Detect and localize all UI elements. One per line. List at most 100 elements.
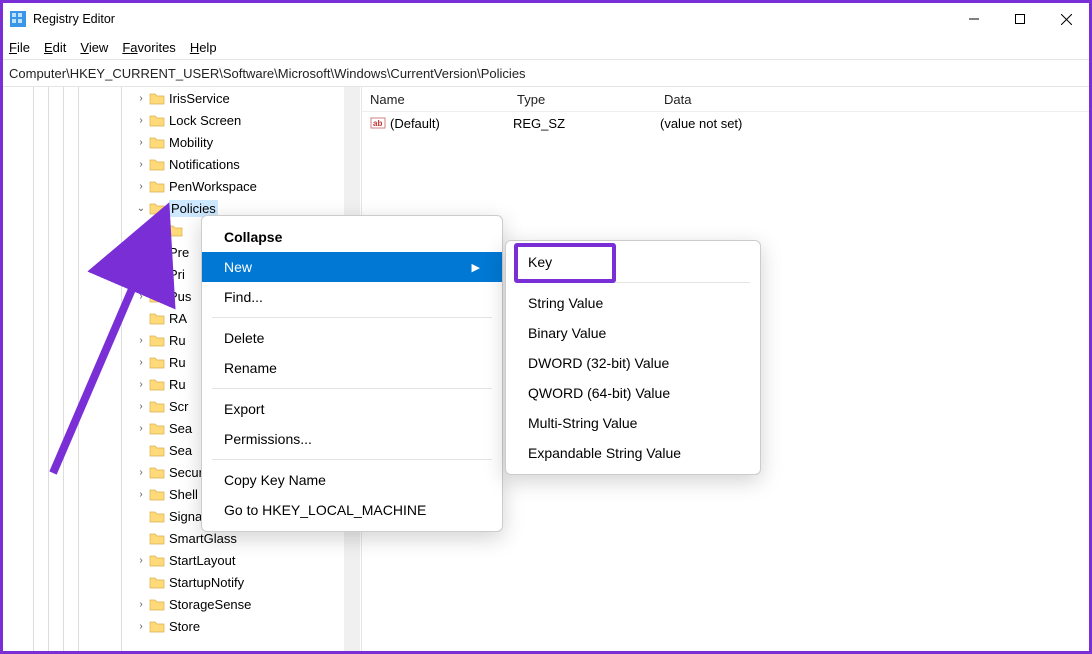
tree-item-label: RA (169, 311, 187, 326)
menu-item[interactable]: Rename (202, 353, 502, 383)
tree-item[interactable]: ›Mobility (3, 131, 343, 153)
col-data[interactable]: Data (664, 92, 1089, 107)
address-bar[interactable]: Computer\HKEY_CURRENT_USER\Software\Micr… (3, 59, 1089, 87)
expand-icon[interactable]: › (133, 93, 149, 104)
expand-icon[interactable]: › (133, 269, 149, 280)
menu-item-label: New (224, 259, 252, 275)
close-button[interactable] (1043, 3, 1089, 35)
expand-icon[interactable]: › (133, 467, 149, 478)
tree-item-label: Pus (169, 289, 191, 304)
tree-item-label: Store (169, 619, 200, 634)
expand-icon[interactable]: › (133, 159, 149, 170)
tree-item[interactable]: › Lock Screen (3, 109, 343, 131)
menu-help[interactable]: Help (190, 40, 217, 55)
folder-icon (149, 597, 165, 611)
expand-icon[interactable]: › (133, 335, 149, 346)
menu-item[interactable]: Go to HKEY_LOCAL_MACHINE (202, 495, 502, 525)
submenu-item-label: DWORD (32-bit) Value (528, 355, 669, 371)
context-submenu-new[interactable]: Key String Value Binary Value DWORD (32-bit… (505, 240, 761, 475)
submenu-item-label: QWORD (64-bit) Value (528, 385, 670, 401)
window-controls (951, 3, 1089, 35)
expand-icon[interactable]: › (133, 181, 149, 192)
tree-item[interactable]: ›PenWorkspace (3, 175, 343, 197)
expand-icon[interactable]: › (133, 621, 149, 632)
tree-item-label: Policies (169, 200, 218, 217)
expand-icon[interactable]: › (133, 379, 149, 390)
menu-view[interactable]: View (80, 40, 108, 55)
expand-icon[interactable]: › (133, 291, 149, 302)
menu-file[interactable]: File (9, 40, 30, 55)
col-name[interactable]: Name (362, 92, 517, 107)
expand-icon[interactable]: › (133, 489, 149, 500)
submenu-item[interactable]: DWORD (32-bit) Value (506, 348, 760, 378)
menu-edit[interactable]: Edit (44, 40, 66, 55)
expand-icon[interactable]: › (133, 423, 149, 434)
col-type[interactable]: Type (517, 92, 664, 107)
folder-icon (149, 333, 165, 347)
submenu-item[interactable]: Binary Value (506, 318, 760, 348)
tree-item-label: StorageSense (169, 597, 251, 612)
expand-icon[interactable]: › (133, 357, 149, 368)
submenu-item[interactable]: Expandable String Value (506, 438, 760, 468)
submenu-item-label: Key (528, 254, 552, 270)
expand-icon[interactable]: › (133, 555, 149, 566)
folder-icon (149, 487, 165, 501)
tree-item-label: Ru (169, 333, 186, 348)
menu-favorites[interactable]: Favorites (122, 40, 175, 55)
tree-item-label: Lock Screen (169, 113, 241, 128)
value-type: REG_SZ (513, 116, 660, 131)
tree-item[interactable]: StartupNotify (3, 571, 343, 593)
expand-icon[interactable]: › (133, 137, 149, 148)
tree-item-label: StartLayout (169, 553, 236, 568)
expand-icon[interactable]: › (133, 599, 149, 610)
maximize-button[interactable] (997, 3, 1043, 35)
tree-item[interactable]: › IrisService (3, 87, 343, 109)
window-title: Registry Editor (33, 12, 115, 26)
context-menu[interactable]: Collapse New▶Find... Delete Rename Export Per… (201, 215, 503, 532)
folder-icon (149, 399, 165, 413)
address-text: Computer\HKEY_CURRENT_USER\Software\Micr… (9, 66, 526, 81)
columns-header[interactable]: Name Type Data (362, 87, 1089, 112)
folder-icon (149, 575, 165, 589)
tree-item-label: Notifications (169, 157, 240, 172)
submenu-item[interactable]: Key (506, 247, 760, 277)
value-row[interactable]: ab (Default) REG_SZ (value not set) (362, 112, 1089, 134)
expand-icon[interactable]: › (133, 247, 149, 258)
folder-icon (149, 267, 165, 281)
menu-item-label: Permissions... (224, 431, 312, 447)
menubar: File Edit View Favorites Help (3, 35, 1089, 59)
menu-item[interactable]: Export (202, 394, 502, 424)
menu-item[interactable]: Delete (202, 323, 502, 353)
minimize-button[interactable] (951, 3, 997, 35)
tree-item-label: IrisService (169, 91, 230, 106)
folder-icon (149, 531, 165, 545)
folder-icon (149, 377, 165, 391)
expand-icon[interactable]: ⌄ (133, 203, 149, 214)
tree-item[interactable]: › Store (3, 615, 343, 637)
menu-item-label: Collapse (224, 229, 282, 245)
tree-item-label: StartupNotify (169, 575, 244, 590)
submenu-item[interactable]: Multi-String Value (506, 408, 760, 438)
string-value-icon: ab (370, 115, 386, 131)
menu-item-label: Go to HKEY_LOCAL_MACHINE (224, 502, 426, 518)
menu-item[interactable]: Copy Key Name (202, 465, 502, 495)
folder-icon (167, 223, 183, 237)
menu-item-label: Rename (224, 360, 277, 376)
tree-item-label: Sea (169, 421, 192, 436)
tree-item[interactable]: › Notifications (3, 153, 343, 175)
tree-item[interactable]: › StorageSense (3, 593, 343, 615)
expand-icon[interactable]: › (133, 401, 149, 412)
menu-item[interactable]: Find... (202, 282, 502, 312)
submenu-item[interactable]: QWORD (64-bit) Value (506, 378, 760, 408)
submenu-item[interactable]: String Value (506, 288, 760, 318)
submenu-item-label: String Value (528, 295, 603, 311)
app-icon (9, 10, 27, 28)
expand-icon[interactable]: › (133, 115, 149, 126)
menu-item[interactable]: Permissions... (202, 424, 502, 454)
menu-item[interactable]: New▶ (202, 252, 502, 282)
submenu-item-label: Expandable String Value (528, 445, 681, 461)
menu-item[interactable]: Collapse (202, 222, 502, 252)
value-data: (value not set) (660, 116, 1089, 131)
folder-icon (149, 245, 165, 259)
tree-item[interactable]: › StartLayout (3, 549, 343, 571)
